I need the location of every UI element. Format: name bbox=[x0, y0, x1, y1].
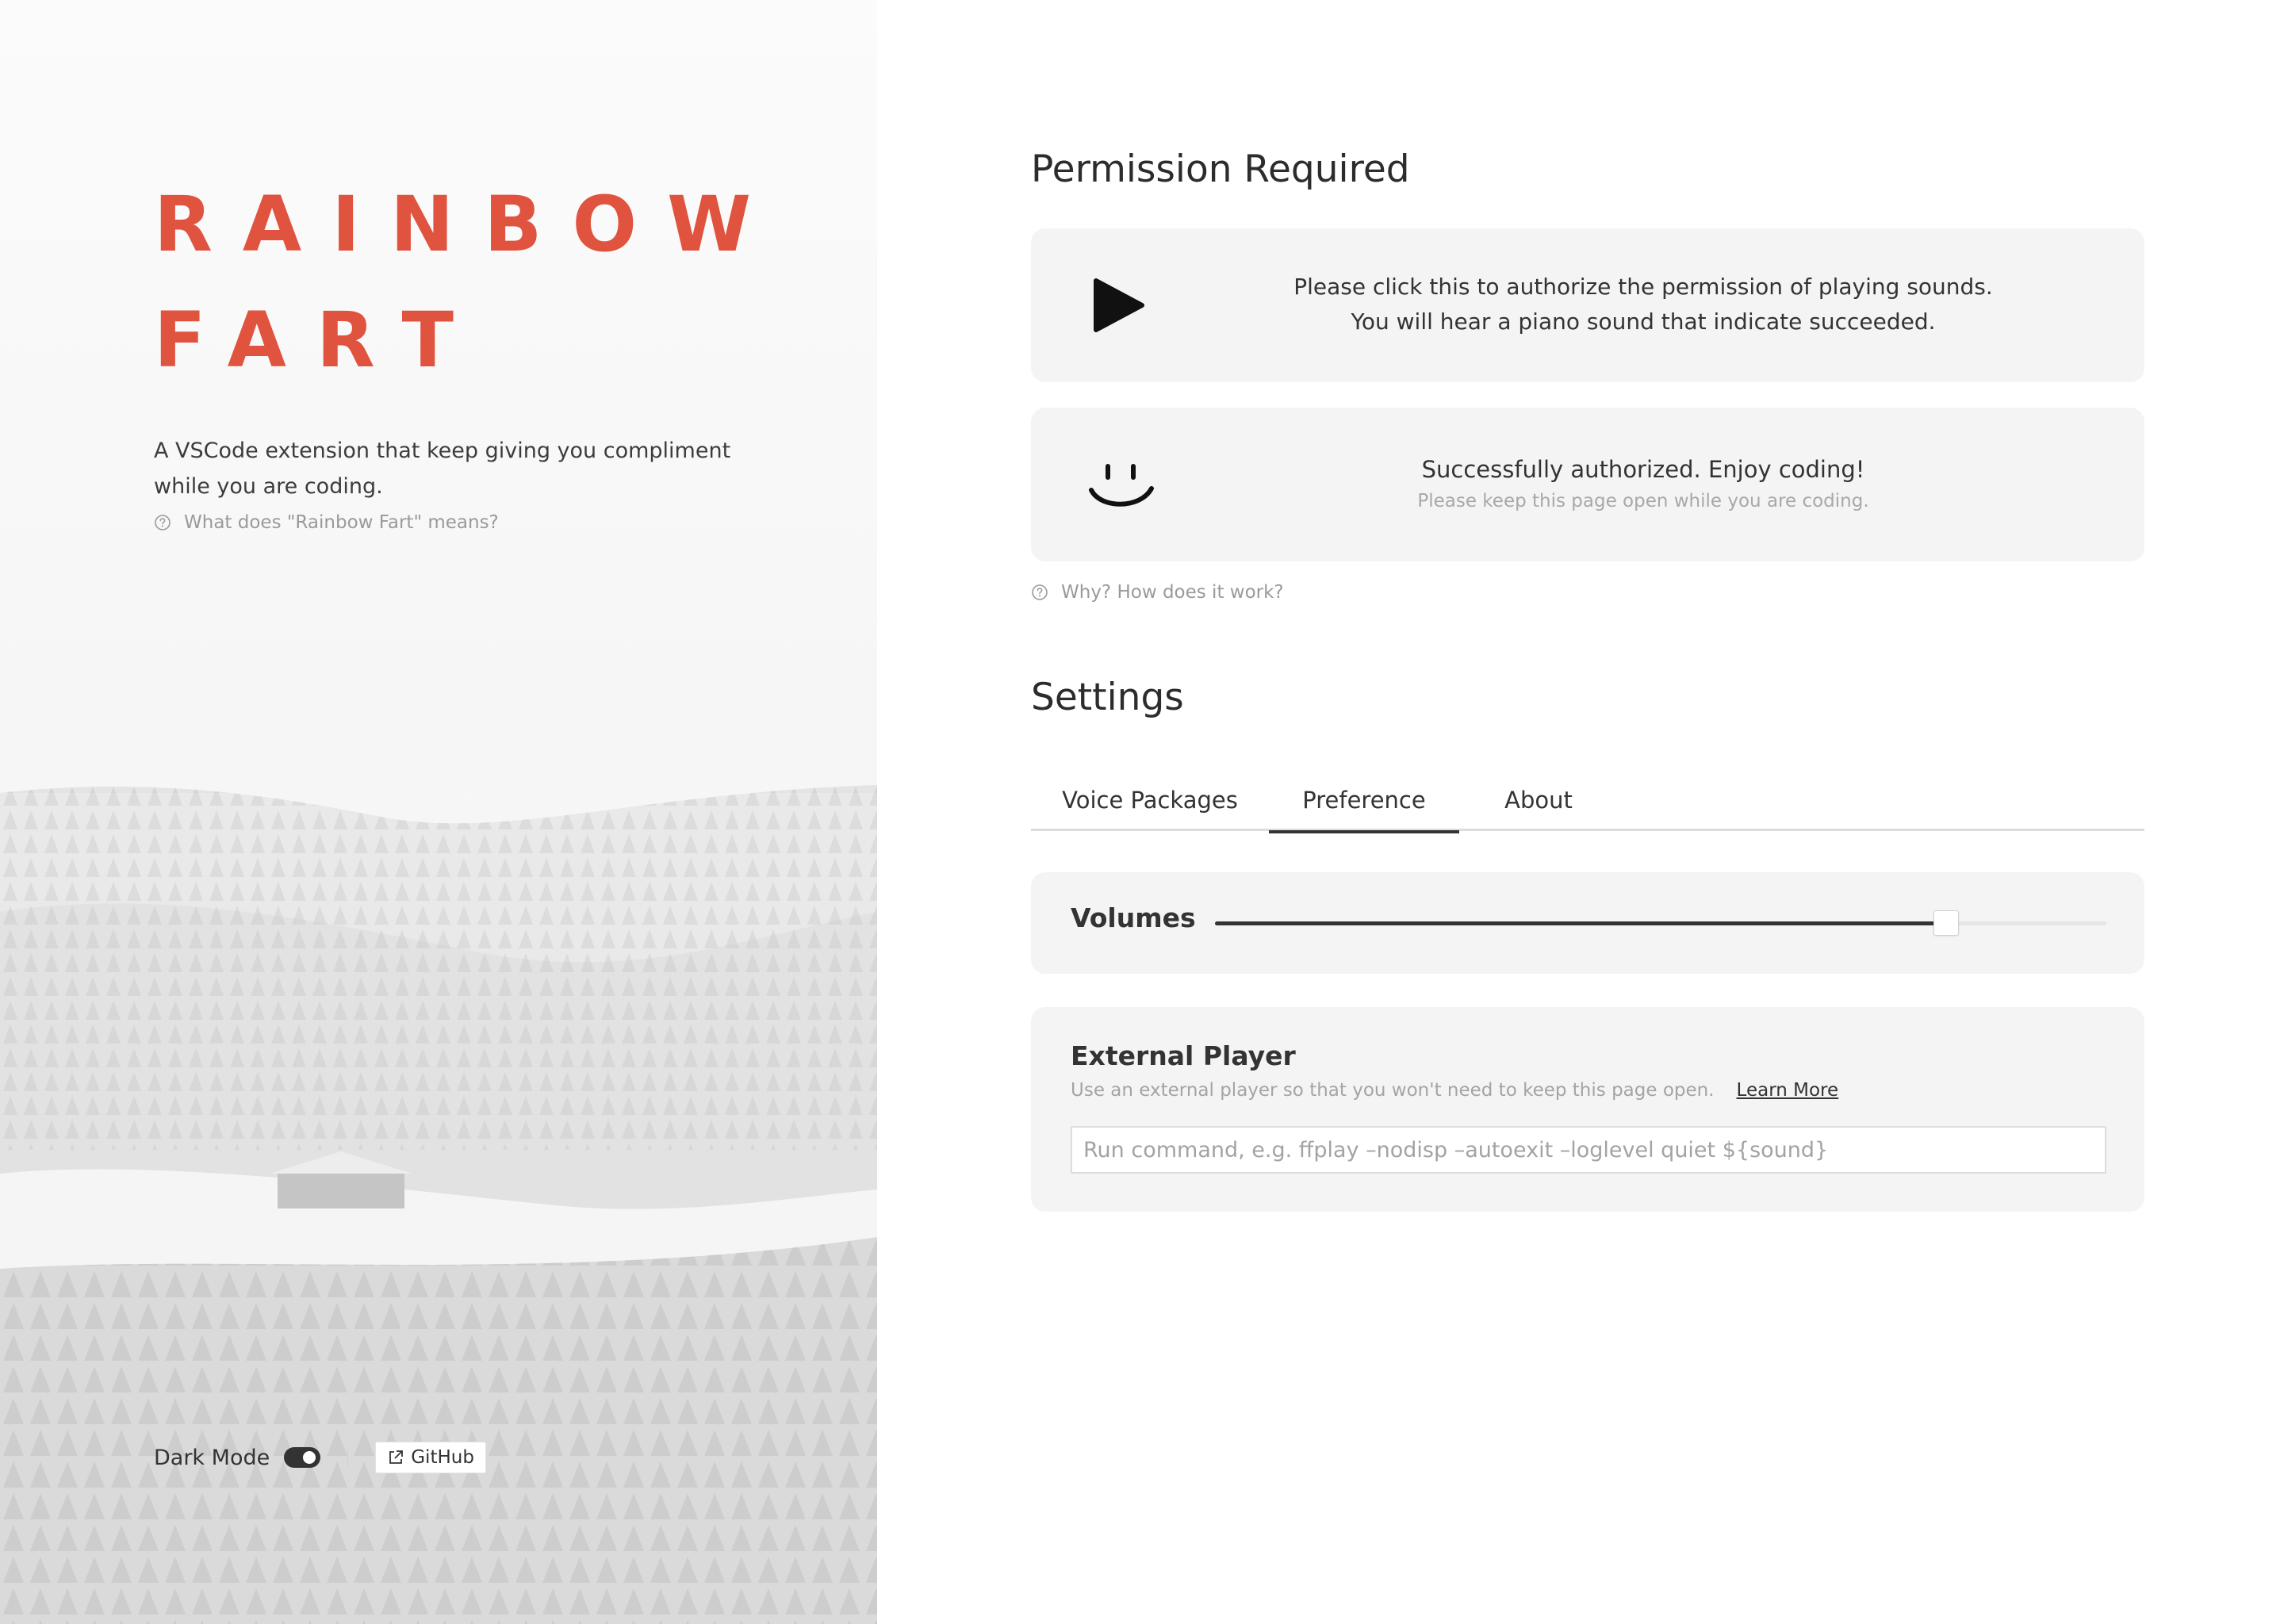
question-circle-icon bbox=[155, 515, 171, 530]
volume-card: Volumes bbox=[1031, 872, 2144, 974]
external-link-icon bbox=[389, 1450, 404, 1464]
external-player-description: Use an external player so that you won't… bbox=[1071, 1080, 1838, 1101]
settings-tabs: Voice Packages Preference About bbox=[1031, 769, 2144, 833]
settings-title: Settings bbox=[1031, 676, 1184, 719]
left-footer: Dark Mode GitHub bbox=[154, 1442, 486, 1473]
help-link-text: What does "Rainbow Fart" means? bbox=[184, 512, 499, 533]
tagline-line-2: while you are coding. bbox=[154, 474, 383, 499]
tab-preference[interactable]: Preference bbox=[1269, 769, 1459, 833]
brand-line-1: RAINBOW bbox=[154, 180, 781, 269]
volume-slider[interactable] bbox=[1215, 909, 2106, 937]
slider-thumb[interactable] bbox=[1933, 910, 1959, 936]
authorize-text: Please click this to authorize the permi… bbox=[1031, 270, 2144, 339]
external-player-title: External Player bbox=[1071, 1040, 1296, 1071]
authorized-sub-text: Please keep this page open while you are… bbox=[1417, 491, 1869, 511]
toggle-knob bbox=[303, 1451, 316, 1464]
tab-about[interactable]: About bbox=[1459, 769, 1618, 831]
tagline: A VSCode extension that keep giving you … bbox=[154, 433, 757, 504]
how-it-works-link[interactable]: Why? How does it work? bbox=[1031, 582, 1284, 603]
authorize-sound-card[interactable]: Please click this to authorize the permi… bbox=[1031, 228, 2144, 382]
tab-label: Voice Packages bbox=[1062, 787, 1238, 814]
github-label: GitHub bbox=[411, 1447, 474, 1468]
github-button[interactable]: GitHub bbox=[375, 1442, 486, 1473]
how-it-works-text: Why? How does it work? bbox=[1061, 582, 1284, 603]
authorize-line-1: Please click this to authorize the permi… bbox=[1293, 274, 1993, 300]
volume-label: Volumes bbox=[1071, 902, 1196, 933]
tagline-line-1: A VSCode extension that keep giving you … bbox=[154, 439, 731, 463]
authorized-status-card: Successfully authorized. Enjoy coding! P… bbox=[1031, 408, 2144, 561]
slider-fill bbox=[1215, 921, 1946, 925]
tab-label: About bbox=[1504, 787, 1573, 814]
external-player-card: External Player Use an external player s… bbox=[1031, 1007, 2144, 1212]
footer-divider bbox=[347, 1449, 349, 1466]
permission-title: Permission Required bbox=[1031, 147, 1410, 191]
question-circle-icon bbox=[1032, 584, 1048, 600]
tab-voice-packages[interactable]: Voice Packages bbox=[1031, 769, 1269, 831]
authorized-main-text: Successfully authorized. Enjoy coding! bbox=[1421, 456, 1865, 483]
brand-line-2: FART bbox=[154, 296, 484, 385]
dark-mode-toggle[interactable] bbox=[284, 1447, 321, 1468]
authorize-line-2: You will hear a piano sound that indicat… bbox=[1351, 308, 1936, 335]
external-player-desc-text: Use an external player so that you won't… bbox=[1071, 1080, 1715, 1101]
authorized-text: Successfully authorized. Enjoy coding! P… bbox=[1031, 452, 2144, 515]
brand-title: RAINBOW FART bbox=[154, 167, 781, 398]
learn-more-link[interactable]: Learn More bbox=[1737, 1080, 1839, 1101]
tab-label: Preference bbox=[1302, 787, 1426, 814]
left-panel: RAINBOW FART A VSCode extension that kee… bbox=[0, 0, 877, 1624]
external-player-command-input[interactable] bbox=[1071, 1126, 2106, 1174]
dark-mode-label: Dark Mode bbox=[154, 1445, 270, 1470]
what-is-rainbow-fart-link[interactable]: What does "Rainbow Fart" means? bbox=[154, 512, 499, 533]
